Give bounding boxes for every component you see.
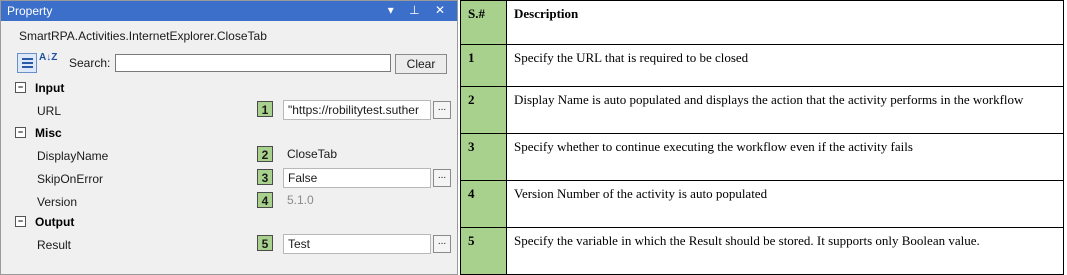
- row-number: 2: [460, 86, 507, 134]
- property-toolbar: A↓Z Search: Clear: [17, 53, 447, 75]
- property-row-url: URL 1 "https://robilitytest.suther ...: [7, 99, 453, 121]
- marker-badge: 3: [257, 169, 273, 185]
- row-number: 4: [460, 180, 507, 228]
- table-row: 2 Display Name is auto populated and dis…: [460, 86, 1064, 134]
- marker-badge: 2: [257, 146, 273, 162]
- activity-class-name: SmartRPA.Activities.InternetExplorer.Clo…: [19, 29, 267, 43]
- table-row: 3 Specify whether to continue executing …: [460, 133, 1064, 181]
- row-number: 5: [460, 227, 507, 275]
- row-description: Specify whether to continue executing th…: [506, 133, 1064, 181]
- header-number: S.#: [460, 0, 507, 45]
- group-misc[interactable]: − Misc: [7, 124, 453, 144]
- row-description: Display Name is auto populated and displ…: [506, 86, 1064, 134]
- version-value: 5.1.0: [287, 193, 314, 207]
- url-field[interactable]: "https://robilitytest.suther: [283, 100, 431, 120]
- property-name: SkipOnError: [37, 172, 104, 186]
- property-name: Result: [37, 238, 72, 252]
- titlebar-controls-icon[interactable]: ▾ ⊥ ✕: [388, 3, 451, 17]
- collapse-icon[interactable]: −: [15, 127, 26, 138]
- group-input[interactable]: − Input: [7, 79, 453, 99]
- panel-titlebar: Property ▾ ⊥ ✕: [1, 1, 457, 21]
- group-output[interactable]: − Output: [7, 213, 453, 233]
- table-header-row: S.# Description: [460, 0, 1064, 45]
- ellipsis-button[interactable]: ...: [433, 235, 451, 253]
- panel-title: Property: [7, 4, 53, 18]
- row-description: Version Number of the activity is auto p…: [506, 180, 1064, 228]
- ellipsis-button[interactable]: ...: [433, 169, 451, 187]
- skiponerror-field[interactable]: False: [283, 168, 431, 188]
- group-label: Input: [35, 81, 65, 95]
- header-description: Description: [506, 0, 1064, 45]
- ellipsis-button[interactable]: ...: [433, 101, 451, 119]
- property-row-skiponerror: SkipOnError 3 False ...: [7, 167, 453, 189]
- marker-badge: 1: [257, 101, 273, 117]
- group-label: Misc: [35, 126, 62, 140]
- property-name: URL: [37, 104, 62, 118]
- categorized-view-icon[interactable]: [17, 53, 37, 73]
- row-number: 1: [460, 44, 507, 87]
- property-panel: Property ▾ ⊥ ✕ SmartRPA.Activities.Inter…: [0, 0, 458, 275]
- row-number: 3: [460, 133, 507, 181]
- property-name: DisplayName: [37, 149, 109, 163]
- search-input[interactable]: [115, 54, 391, 72]
- result-field[interactable]: Test: [283, 234, 431, 254]
- description-table: S.# Description 1 Specify the URL that i…: [460, 0, 1064, 275]
- collapse-icon[interactable]: −: [15, 216, 26, 227]
- property-row-result: Result 5 Test ...: [7, 233, 453, 255]
- alphabetical-sort-icon[interactable]: A↓Z: [39, 53, 59, 73]
- marker-badge: 4: [257, 192, 273, 208]
- property-row-displayname: DisplayName 2 CloseTab: [7, 144, 453, 166]
- table-row: 1 Specify the URL that is required to be…: [460, 44, 1064, 87]
- clear-button[interactable]: Clear: [395, 54, 447, 74]
- marker-badge: 5: [257, 235, 273, 251]
- row-description: Specify the variable in which the Result…: [506, 227, 1064, 275]
- group-label: Output: [35, 215, 75, 229]
- table-row: 5 Specify the variable in which the Resu…: [460, 227, 1064, 275]
- row-description: Specify the URL that is required to be c…: [506, 44, 1064, 87]
- collapse-icon[interactable]: −: [15, 82, 26, 93]
- table-row: 4 Version Number of the activity is auto…: [460, 180, 1064, 228]
- property-name: Version: [37, 195, 78, 209]
- property-row-version: Version 4 5.1.0: [7, 190, 453, 212]
- displayname-field[interactable]: CloseTab: [283, 145, 431, 165]
- search-label: Search:: [69, 56, 111, 70]
